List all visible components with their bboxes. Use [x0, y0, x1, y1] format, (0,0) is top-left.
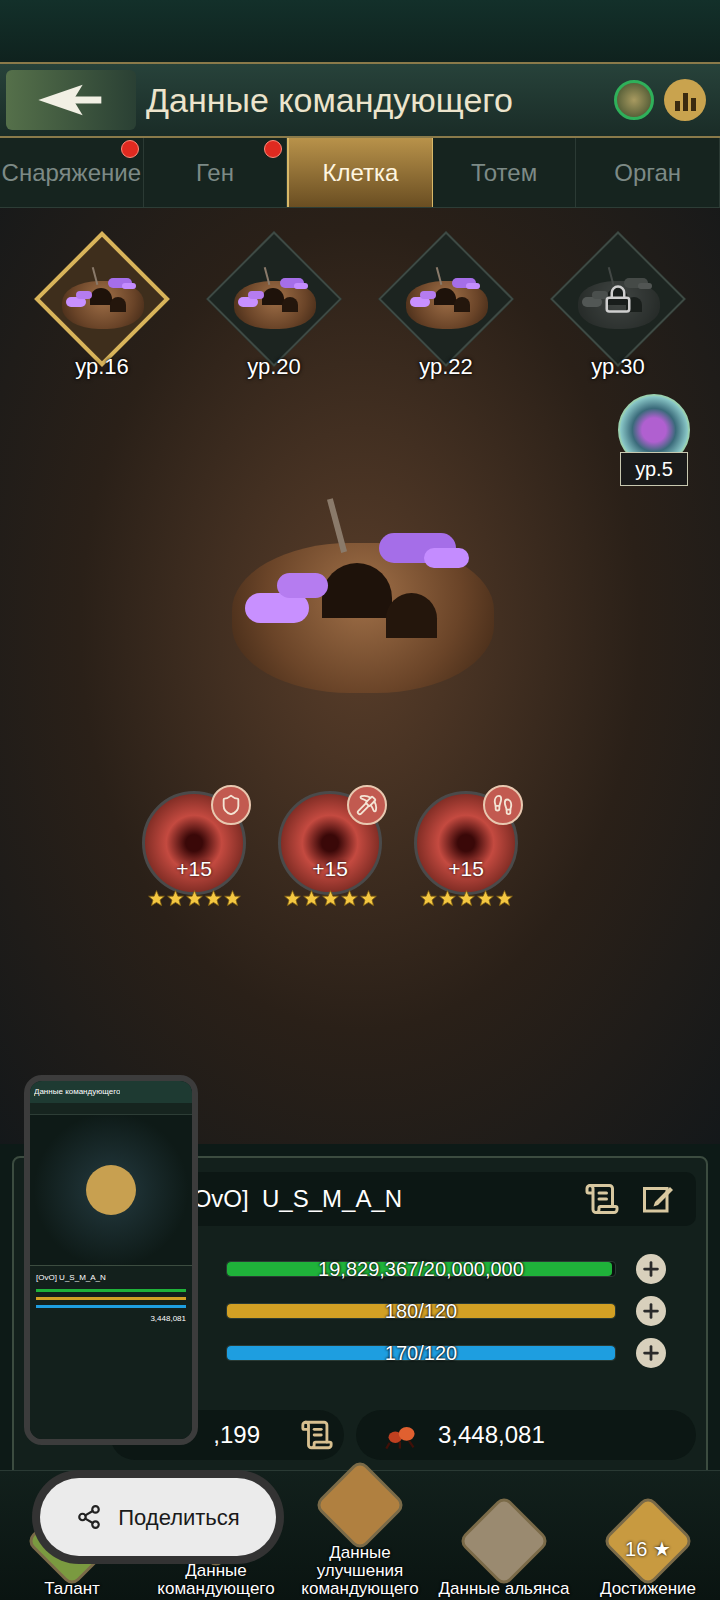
header-bar: Данные командующего [0, 62, 720, 138]
cell-level-label: ур.20 [247, 350, 301, 383]
app-screen: Данные командующегоСнаряжениеГенКлеткаТо… [0, 0, 720, 1600]
thumbnail-title: Данные командующего [34, 1086, 120, 1098]
plus-icon [640, 1300, 662, 1322]
edit-icon[interactable] [640, 1181, 676, 1217]
star-icon [359, 889, 378, 908]
cell-level-label: ур.30 [591, 350, 645, 383]
profile-emblem-icon[interactable] [614, 80, 654, 120]
share-button[interactable]: Поделиться [32, 1470, 284, 1564]
alert-dot [264, 140, 282, 158]
cell-image [52, 259, 152, 339]
cell-level-label: ур.22 [419, 350, 473, 383]
star-icon [457, 889, 476, 908]
tab[interactable]: Клетка [287, 138, 433, 207]
gene-orb[interactable]: +15 [275, 791, 385, 908]
tab-bar: СнаряжениеГенКлеткаТотемОрган [0, 138, 720, 208]
resource-reading: 180/120 [227, 1296, 615, 1326]
nav-item[interactable]: Достижение16 ★ [576, 1471, 720, 1600]
tab[interactable]: Тотем [433, 138, 577, 207]
orb-level: +15 [448, 853, 484, 885]
orb-row: +15 +15 +15 [0, 791, 720, 908]
nav-item[interactable]: Данные улучшения командующего [288, 1471, 432, 1600]
resource-reading: 170/120 [227, 1338, 615, 1368]
nav-emblem-icon [457, 1494, 550, 1587]
orb-level: +15 [312, 853, 348, 885]
cell-image [200, 473, 520, 723]
star-icon [476, 889, 495, 908]
core-badge[interactable]: ур.5 [618, 394, 690, 486]
gene-orb[interactable]: +15 [411, 791, 521, 908]
star-icon [438, 889, 457, 908]
details-icon[interactable] [584, 1181, 620, 1217]
star-row [419, 889, 514, 908]
star-icon [321, 889, 340, 908]
scroll-icon [300, 1418, 334, 1452]
orb-type-icon [220, 794, 242, 816]
share-label: Поделиться [118, 1501, 239, 1534]
star-icon [223, 889, 242, 908]
tab[interactable]: Снаряжение [0, 138, 144, 207]
cell-slot[interactable]: ур.16 [27, 234, 177, 383]
star-icon [340, 889, 359, 908]
back-button[interactable] [6, 70, 136, 130]
nav-emblem-icon [313, 1459, 406, 1552]
nav-label: Данные улучшения командующего [288, 1544, 432, 1598]
cell-level-label: ур.16 [75, 350, 129, 383]
share-icon [76, 1504, 102, 1530]
screenshot-thumbnail[interactable]: Данные командующего [OvO] U_S_M_A_N 3,448,… [24, 1075, 198, 1445]
stat-value: 3,448,081 [438, 1417, 545, 1453]
back-arrow-icon [36, 82, 106, 118]
star-icon [302, 889, 321, 908]
cell-slot-row: ур.16 ур.20 ур.22 ур.30 [0, 208, 720, 383]
plus-icon [640, 1342, 662, 1364]
cell-slot[interactable]: ур.22 [371, 234, 521, 383]
plus-icon [640, 1258, 662, 1280]
add-resource-button[interactable] [636, 1338, 666, 1368]
orb-type-icon [492, 794, 514, 816]
star-row [283, 889, 378, 908]
cell-slot[interactable]: ур.20 [199, 234, 349, 383]
nav-badge: 16 ★ [625, 1534, 671, 1564]
nav-label: Данные командующего [144, 1562, 288, 1598]
star-row [147, 889, 242, 908]
resource-bar: 180/120 [226, 1303, 616, 1319]
cell-slot[interactable]: ур.30 [543, 234, 693, 383]
add-resource-button[interactable] [636, 1254, 666, 1284]
lock-icon [603, 284, 633, 314]
thumbnail-name: [OvO] U_S_M_A_N [36, 1272, 186, 1284]
orb-level: +15 [176, 853, 212, 885]
add-resource-button[interactable] [636, 1296, 666, 1326]
thumbnail-value: 3,448,081 [36, 1313, 186, 1325]
cell-stage: ур.16 ур.20 ур.22 ур.30 ур.5 +15 +15 +15 [0, 208, 720, 1144]
star-icon [283, 889, 302, 908]
cell-main-figure [0, 473, 720, 723]
ant-power-icon [384, 1418, 418, 1452]
star-icon [204, 889, 223, 908]
star-icon [147, 889, 166, 908]
resource-bar: 170/120 [226, 1345, 616, 1361]
resource-reading: 19,829,367/20,000,000 [227, 1254, 615, 1284]
resource-bar: 19,829,367/20,000,000 [226, 1261, 616, 1277]
core-level-label: ур.5 [620, 452, 688, 486]
ranking-icon[interactable] [664, 79, 706, 121]
top-leaf-area [0, 0, 720, 62]
alert-dot [121, 140, 139, 158]
stat-box: 3,448,081 [356, 1410, 696, 1460]
gene-orb[interactable]: +15 [139, 791, 249, 908]
star-icon [185, 889, 204, 908]
star-icon [166, 889, 185, 908]
cell-image [224, 259, 324, 339]
player-name: [OvO] U_S_M_A_N [186, 1181, 584, 1217]
tab[interactable]: Орган [576, 138, 720, 207]
header-title: Данные командующего [146, 75, 604, 126]
nav-item[interactable]: Данные альянса [432, 1471, 576, 1600]
star-icon [495, 889, 514, 908]
tab[interactable]: Ген [144, 138, 288, 207]
cell-image [396, 259, 496, 339]
orb-type-icon [356, 794, 378, 816]
stat-value: ,199 [213, 1417, 260, 1453]
star-icon [419, 889, 438, 908]
